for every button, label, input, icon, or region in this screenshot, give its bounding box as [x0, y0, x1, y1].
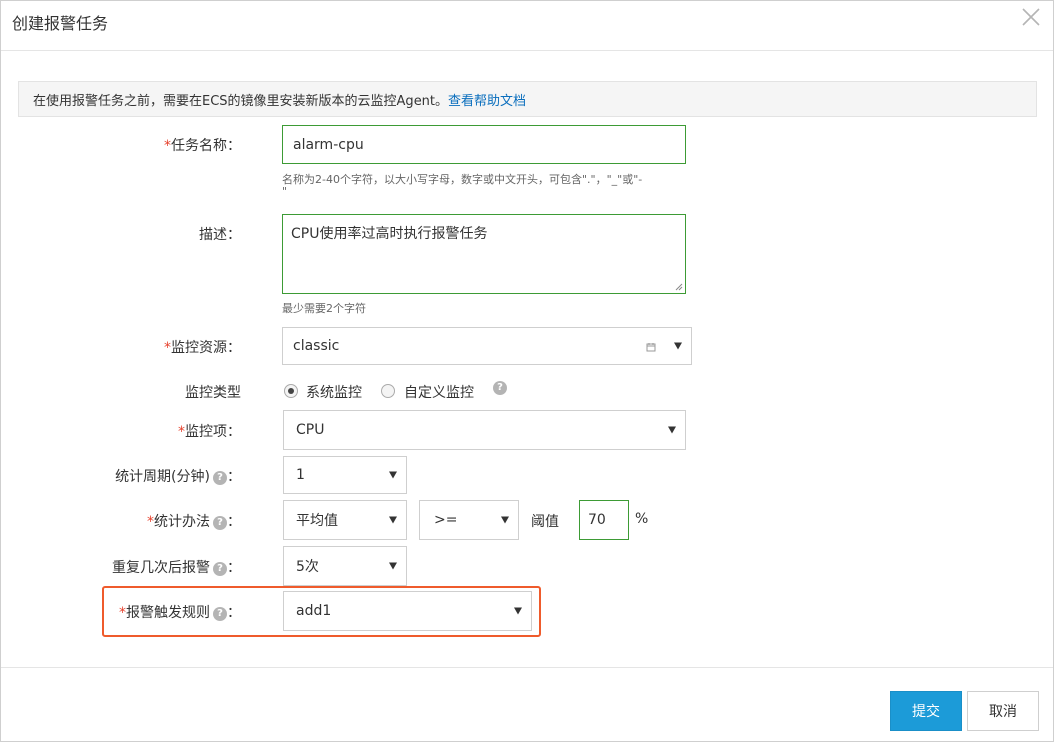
- help-icon[interactable]: ?: [493, 381, 507, 395]
- chevron-down-icon: [674, 342, 682, 350]
- period-value: 1: [296, 467, 305, 483]
- submit-button[interactable]: 提交: [890, 691, 962, 731]
- task-name-input[interactable]: alarm-cpu: [282, 125, 686, 164]
- description-text[interactable]: CPU使用率过高时执行报警任务: [283, 215, 685, 293]
- custom-monitor-label[interactable]: 自定义监控: [404, 382, 474, 402]
- task-name-value: alarm-cpu: [293, 136, 364, 153]
- chevron-down-icon: [389, 562, 397, 570]
- required-mark: *: [164, 138, 171, 154]
- monitor-type-label: 监控类型: [185, 385, 241, 401]
- footer-divider: [1, 667, 1053, 668]
- notice-text: 在使用报警任务之前，需要在ECS的镜像里安装新版本的云监控Agent。: [33, 94, 449, 109]
- repeat-value: 5次: [296, 559, 319, 575]
- method-value: 平均值: [296, 513, 338, 529]
- operator-select[interactable]: >=: [419, 500, 519, 540]
- task-name-label: *任务名称：: [164, 138, 241, 154]
- trigger-rule-select[interactable]: add1: [283, 591, 532, 631]
- repeat-label: 重复几次后报警?：: [112, 560, 241, 576]
- trigger-rule-value: add1: [296, 603, 332, 619]
- trigger-rule-label: *报警触发规则?：: [119, 605, 241, 621]
- cancel-button[interactable]: 取消: [967, 691, 1039, 731]
- help-icon[interactable]: ?: [213, 471, 227, 485]
- required-mark: *: [164, 340, 171, 356]
- system-monitor-label[interactable]: 系统监控: [306, 382, 362, 402]
- system-monitor-radio[interactable]: [284, 384, 298, 398]
- chevron-down-icon: [514, 607, 522, 615]
- dialog-title: 创建报警任务: [12, 14, 109, 33]
- dialog-header: 创建报警任务: [1, 1, 1053, 51]
- resize-handle-icon[interactable]: [675, 283, 683, 291]
- required-mark: *: [119, 605, 126, 621]
- threshold-label: 阈值: [531, 514, 559, 530]
- chevron-down-icon: [668, 426, 676, 434]
- metric-value: CPU: [296, 422, 325, 438]
- period-select[interactable]: 1: [283, 456, 407, 494]
- close-icon[interactable]: [1019, 5, 1043, 29]
- help-icon[interactable]: ?: [213, 562, 227, 576]
- threshold-value: 70: [588, 512, 606, 528]
- resource-label: *监控资源：: [164, 340, 241, 356]
- resource-select[interactable]: classic: [282, 327, 692, 365]
- chevron-down-icon: [389, 516, 397, 524]
- required-mark: *: [147, 514, 154, 530]
- chevron-down-icon: [501, 516, 509, 524]
- threshold-unit: %: [635, 511, 649, 527]
- agent-notice: 在使用报警任务之前，需要在ECS的镜像里安装新版本的云监控Agent。查看帮助文…: [18, 81, 1037, 117]
- repeat-select[interactable]: 5次: [283, 546, 407, 586]
- metric-select[interactable]: CPU: [283, 410, 686, 450]
- method-select[interactable]: 平均值: [283, 500, 407, 540]
- operator-value: >=: [434, 512, 458, 528]
- chevron-down-icon: [389, 471, 397, 479]
- method-label: *统计办法?：: [147, 514, 241, 530]
- help-icon[interactable]: ?: [213, 607, 227, 621]
- task-name-hint: 名称为2-40个字符，以大小写字母，数字或中文开头，可包含"."，"_"或"-: [282, 173, 643, 186]
- task-name-hint-cont: ": [282, 185, 288, 198]
- create-alarm-dialog: 创建报警任务 在使用报警任务之前，需要在ECS的镜像里安装新版本的云监控Agen…: [0, 0, 1054, 742]
- description-hint: 最少需要2个字符: [282, 302, 366, 315]
- threshold-input[interactable]: 70: [579, 500, 629, 540]
- calendar-icon[interactable]: [646, 342, 656, 352]
- description-label: 描述：: [199, 227, 241, 243]
- resource-value: classic: [293, 338, 340, 354]
- required-mark: *: [178, 424, 185, 440]
- help-doc-link[interactable]: 查看帮助文档: [448, 94, 526, 109]
- help-icon[interactable]: ?: [213, 516, 227, 530]
- metric-label: *监控项：: [178, 424, 241, 440]
- description-textarea[interactable]: CPU使用率过高时执行报警任务: [282, 214, 686, 294]
- period-label: 统计周期(分钟)?：: [115, 469, 241, 485]
- custom-monitor-radio[interactable]: [381, 384, 395, 398]
